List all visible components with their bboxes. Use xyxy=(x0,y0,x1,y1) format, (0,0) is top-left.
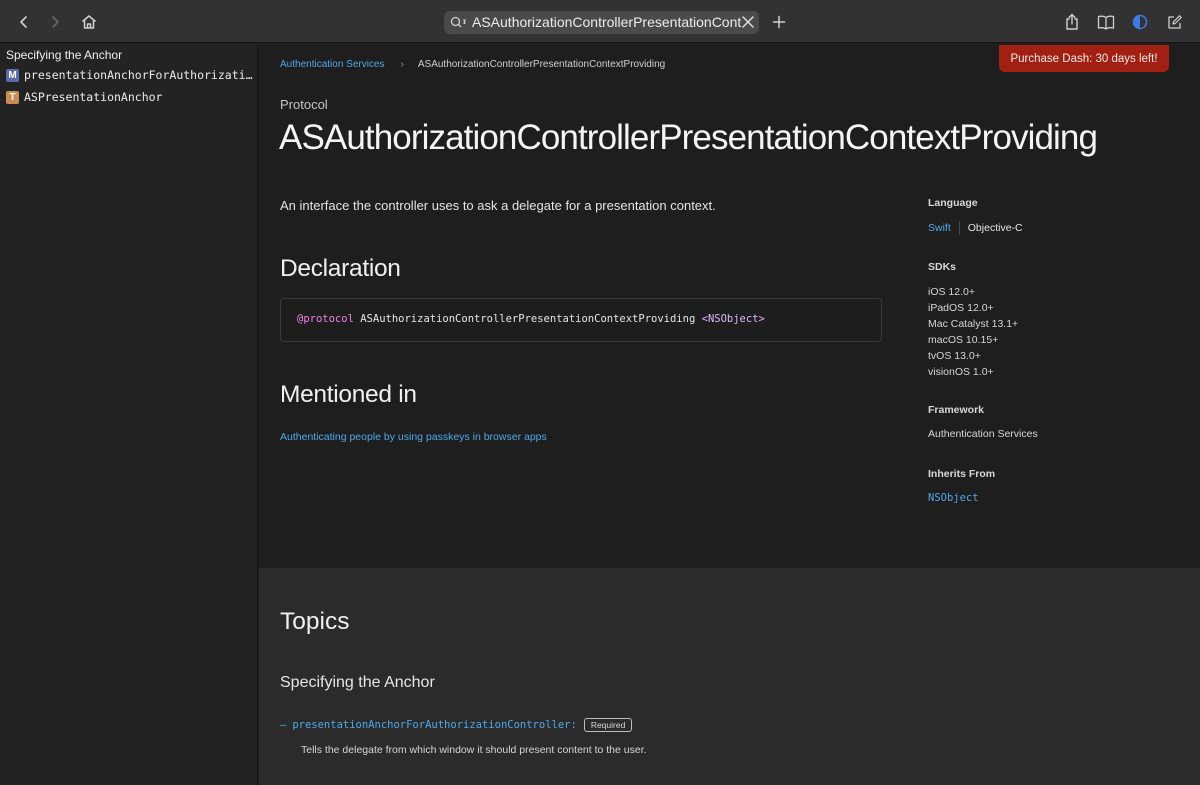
home-icon xyxy=(82,15,96,29)
sdk-item: iOS 12.0+ xyxy=(928,286,975,298)
type-badge-icon: T xyxy=(6,90,19,104)
sdk-item: Mac Catalyst 13.1+ xyxy=(928,318,1019,330)
chevron-right-icon xyxy=(52,16,59,28)
symbol-kind: Protocol xyxy=(280,97,328,112)
plus-icon xyxy=(772,15,786,29)
purchase-banner[interactable]: Purchase Dash: 30 days left! xyxy=(999,45,1169,72)
language-label: Language xyxy=(928,197,978,209)
sdk-item: iPadOS 12.0+ xyxy=(928,302,994,314)
code-angle-close: > xyxy=(758,313,765,325)
search-field[interactable]: ASAuthorizationControllerPresentationCon… xyxy=(444,11,759,34)
code-keyword: @protocol xyxy=(297,313,354,325)
annotate-button[interactable] xyxy=(1161,8,1189,36)
search-icon xyxy=(450,16,466,28)
breadcrumb: Authentication Services › ASAuthorizatio… xyxy=(280,59,665,70)
forward-button[interactable] xyxy=(41,8,69,36)
declaration-code: @protocol ASAuthorizationControllerPrese… xyxy=(280,298,882,342)
language-objc-current[interactable]: Objective-C xyxy=(968,222,1023,234)
sdk-item: visionOS 1.0+ xyxy=(928,366,994,378)
mentioned-in-heading: Mentioned in xyxy=(280,381,417,408)
book-icon xyxy=(1097,15,1115,30)
sdks-label: SDKs xyxy=(928,261,957,273)
abstract: An interface the controller uses to ask … xyxy=(280,198,716,213)
share-button[interactable] xyxy=(1058,8,1086,36)
framework-label: Framework xyxy=(928,404,985,416)
topics-section: Topics Specifying the Anchor – presentat… xyxy=(259,568,1200,785)
appearance-button[interactable] xyxy=(1126,8,1154,36)
sdk-item: tvOS 13.0+ xyxy=(928,350,981,362)
table-of-contents-sidebar: Specifying the Anchor M presentationAnch… xyxy=(0,44,258,785)
sdk-item: macOS 10.15+ xyxy=(928,334,999,346)
inherits-from-link[interactable]: NSObject xyxy=(928,492,979,504)
language-divider xyxy=(958,221,960,235)
breadcrumb-current: ASAuthorizationControllerPresentationCon… xyxy=(417,59,666,70)
topic-item: – presentationAnchorForAuthorizationCont… xyxy=(280,718,633,732)
mentioned-article-link[interactable]: Authenticating people by using passkeys … xyxy=(280,431,547,443)
browser-toolbar: ASAuthorizationControllerPresentationCon… xyxy=(0,0,1200,43)
topic-dash: – xyxy=(280,719,287,731)
code-conformance-link[interactable]: NSObject xyxy=(708,313,759,325)
back-button[interactable] xyxy=(10,8,38,36)
documentation-content: Authentication Services › ASAuthorizatio… xyxy=(259,44,1200,785)
sidebar-heading[interactable]: Specifying the Anchor xyxy=(6,48,122,62)
share-icon xyxy=(1066,13,1078,30)
method-badge-icon: M xyxy=(6,68,19,82)
sdk-list: iOS 12.0+ iPadOS 12.0+ Mac Catalyst 13.1… xyxy=(928,284,1018,380)
clear-search-icon[interactable] xyxy=(741,15,755,29)
topics-heading: Topics xyxy=(280,608,350,635)
language-swift-link[interactable]: Swift xyxy=(928,222,951,234)
framework-value: Authentication Services xyxy=(928,428,1038,440)
sidebar-item-label: presentationAnchorForAuthorizationContro… xyxy=(24,68,254,82)
language-switcher: Swift Objective-C xyxy=(928,221,1023,235)
appearance-toggle-icon xyxy=(1132,14,1148,30)
topic-group-heading: Specifying the Anchor xyxy=(280,674,435,691)
bookmarks-button[interactable] xyxy=(1092,8,1120,36)
page-title: ASAuthorizationControllerPresentationCon… xyxy=(279,118,1098,157)
breadcrumb-link-framework[interactable]: Authentication Services xyxy=(280,59,385,70)
sidebar-item-method[interactable]: M presentationAnchorForAuthorizationCont… xyxy=(6,66,254,84)
sidebar-item-label: ASPresentationAnchor xyxy=(24,90,163,104)
required-badge: Required xyxy=(583,718,633,732)
inherits-from-label: Inherits From xyxy=(928,468,996,480)
compose-icon xyxy=(1168,15,1182,29)
new-tab-button[interactable] xyxy=(765,8,793,36)
sidebar-item-type[interactable]: T ASPresentationAnchor xyxy=(6,88,254,106)
search-text: ASAuthorizationControllerPresentationCon… xyxy=(472,14,742,30)
declaration-heading: Declaration xyxy=(280,255,401,282)
topic-item-description: Tells the delegate from which window it … xyxy=(301,744,647,756)
code-protocol-name: ASAuthorizationControllerPresentationCon… xyxy=(360,313,696,325)
topic-item-link[interactable]: presentationAnchorForAuthorizationContro… xyxy=(292,719,576,731)
home-button[interactable] xyxy=(75,8,103,36)
chevron-left-icon xyxy=(20,16,27,28)
breadcrumb-separator: › xyxy=(400,59,404,70)
